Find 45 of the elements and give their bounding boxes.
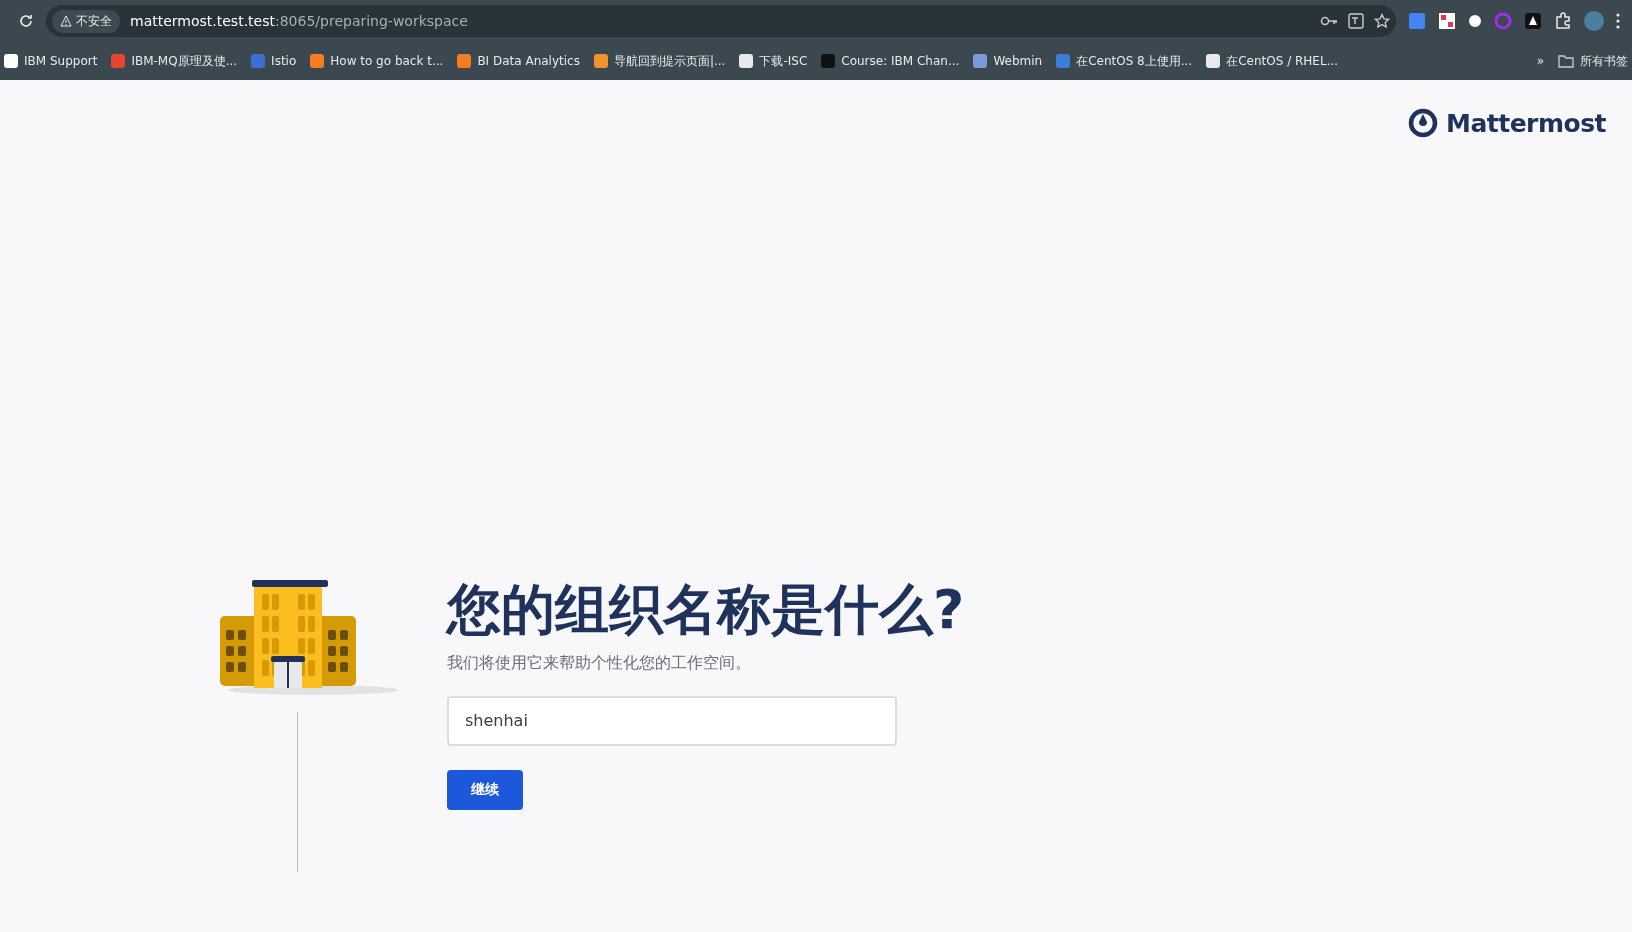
bookmark-link[interactable]: BI Data Analytics [457,54,580,68]
more-bookmarks-button[interactable]: » [1536,54,1544,68]
bookmark-link[interactable]: IBM Support [4,54,98,68]
bookmark-link[interactable]: Istio [251,54,297,68]
puzzle-icon[interactable] [1554,12,1572,30]
favicon-icon [821,54,836,68]
bookmark-link[interactable]: 导航回到提示页面|... [593,52,726,70]
security-chip[interactable]: 不安全 [52,9,120,33]
continue-button[interactable]: 继续 [447,769,523,810]
warning-icon [60,15,72,27]
favicon-icon [1056,54,1071,68]
bookmark-link[interactable]: 在CentOS 8上使用... [1056,52,1193,70]
page-subheading: 我们将使用它来帮助个性化您的工作空间。 [447,652,751,674]
favicon-icon [593,54,608,68]
reload-icon[interactable] [18,13,34,29]
bookmark-link[interactable]: 下载-ISC [739,52,808,70]
bookmark-link[interactable]: Course: IBM Chan... [821,54,960,68]
menu-icon[interactable] [1616,13,1620,29]
security-label: 不安全 [76,12,112,30]
favicon-icon [111,54,126,68]
all-bookmarks-folder[interactable]: 所有书签 [1558,52,1628,70]
favicon-icon [739,54,754,68]
logo-text: Mattermost [1446,108,1606,138]
bookmark-link[interactable]: How to go back t... [310,54,444,68]
bookmark-link[interactable]: IBM-MQ原理及使... [111,52,238,70]
favicon-icon [973,54,988,68]
bookmark-link[interactable]: Webmin [973,54,1043,68]
key-icon[interactable] [1320,15,1338,27]
translate-icon[interactable] [1348,13,1364,29]
qr-code-icon[interactable] [1438,12,1456,30]
extension-icon[interactable] [1524,12,1542,30]
folder-icon [1558,54,1574,68]
star-icon[interactable] [1374,13,1390,29]
page-heading: 您的组织名称是什么? [447,578,965,643]
bookmark-link[interactable]: 在CentOS / RHEL... [1206,52,1339,70]
logo-icon [1408,108,1438,138]
favicon-icon [310,54,325,68]
favicon-icon [457,54,472,68]
favicon-icon [1206,54,1221,68]
favicon-icon [4,54,18,68]
url-path: :8065/preparing-workspace [275,13,468,29]
favicon-icon [251,54,266,68]
organization-name-field[interactable]: shenhai [447,695,897,746]
address-bar[interactable]: 不安全 mattermost.test.test:8065/preparing-workspace [46,5,1396,37]
url-host: mattermost.test.test [130,13,275,29]
